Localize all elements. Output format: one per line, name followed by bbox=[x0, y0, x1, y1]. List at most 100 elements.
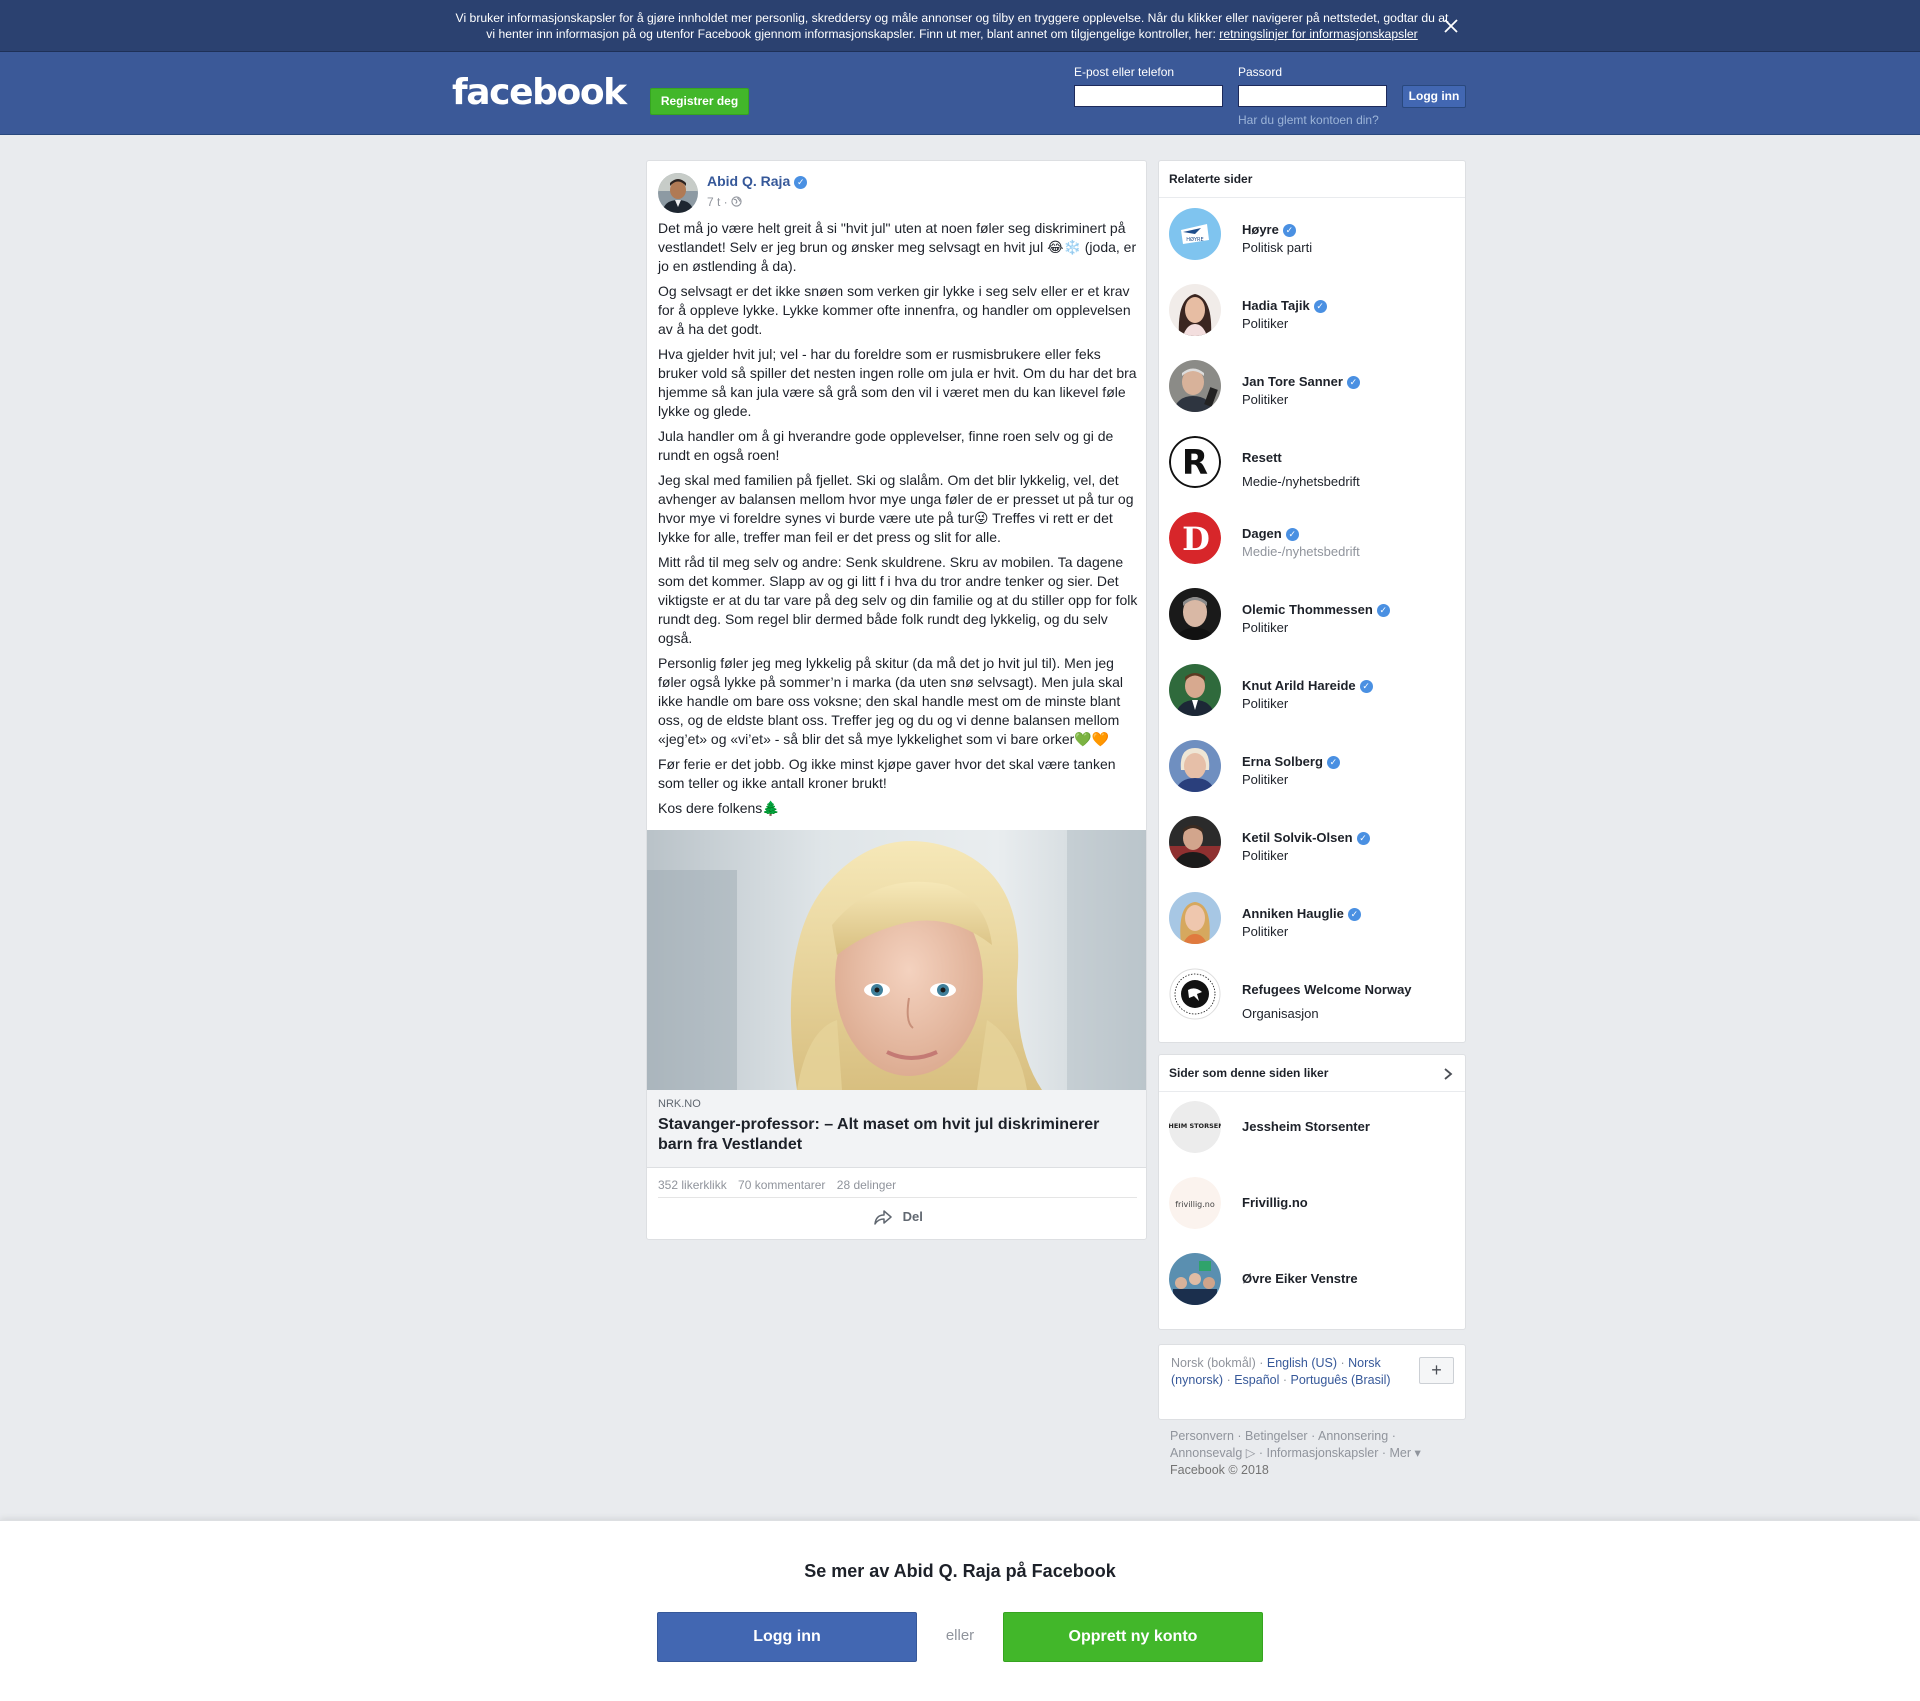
avatar: R bbox=[1169, 436, 1221, 488]
related-name: Knut Arild Hareide ✓ bbox=[1242, 678, 1373, 693]
svg-text:HØYRE: HØYRE bbox=[1186, 236, 1203, 243]
related-item-refugees-welcome-norway[interactable]: Refugees Welcome Norway Organisasjon bbox=[1169, 968, 1459, 1028]
password-label: Passord bbox=[1238, 65, 1283, 79]
related-item-ketil-solvik-olsen[interactable]: Ketil Solvik-Olsen ✓ Politiker bbox=[1169, 816, 1459, 876]
liked-item-ovre-eiker-venstre[interactable]: Øvre Eiker Venstre bbox=[1169, 1253, 1459, 1313]
related-item-resett[interactable]: R Resett Medie-/nyhetsbedrift bbox=[1169, 436, 1459, 496]
create-account-button[interactable]: Opprett ny konto bbox=[1003, 1612, 1263, 1662]
post-paragraph: Mitt råd til meg selv og andre: Senk sku… bbox=[658, 554, 1138, 646]
footer-link-advertising[interactable]: Annonsering bbox=[1318, 1429, 1388, 1443]
related-item-knut-arild-hareide[interactable]: Knut Arild Hareide ✓ Politiker bbox=[1169, 664, 1459, 724]
more-languages-button[interactable]: + bbox=[1419, 1357, 1454, 1384]
footer-link-more[interactable]: Mer bbox=[1389, 1446, 1411, 1460]
cookie-policy-link[interactable]: retningslinjer for informasjonskapsler bbox=[1219, 27, 1417, 41]
login-button[interactable]: Logg inn bbox=[657, 1612, 917, 1662]
liked-item-frivillig[interactable]: frivillig.no Frivillig.no bbox=[1169, 1177, 1459, 1237]
share-label: Del bbox=[902, 1209, 923, 1224]
divider bbox=[658, 1197, 1137, 1198]
related-name: Dagen ✓ bbox=[1242, 526, 1299, 541]
verified-icon: ✓ bbox=[1313, 300, 1327, 313]
facebook-logo[interactable]: facebook bbox=[452, 72, 627, 113]
post-paragraph: Før ferie er det jobb. Og ikke minst kjø… bbox=[658, 756, 1116, 791]
forgot-account-link[interactable]: Har du glemt kontoen din? bbox=[1238, 113, 1379, 127]
svg-text:R: R bbox=[1182, 443, 1208, 483]
avatar: D bbox=[1169, 512, 1221, 564]
shares-count[interactable]: 28 delinger bbox=[837, 1178, 896, 1192]
related-name: Anniken Hauglie ✓ bbox=[1242, 906, 1361, 921]
or-label: eller bbox=[945, 1627, 975, 1644]
related-category: Politiker bbox=[1242, 392, 1289, 407]
post-time[interactable]: 7 t · bbox=[707, 195, 728, 209]
language-selector: Norsk (bokmål) · English (US) · Norsk (n… bbox=[1158, 1344, 1466, 1420]
email-label: E-post eller telefon bbox=[1074, 65, 1175, 79]
related-name: Hadia Tajik ✓ bbox=[1242, 298, 1327, 313]
post-author-name: Abid Q. Raja bbox=[707, 173, 791, 189]
avatar bbox=[1169, 740, 1221, 792]
verified-icon: ✓ bbox=[1346, 376, 1360, 389]
page-name: Olemic Thommessen bbox=[1242, 602, 1373, 617]
register-button[interactable]: Registrer deg bbox=[650, 88, 749, 115]
close-icon[interactable] bbox=[1440, 15, 1462, 37]
post-paragraph: Det må jo være helt greit å si "hvit jul… bbox=[658, 220, 1137, 274]
related-item-anniken-hauglie[interactable]: Anniken Hauglie ✓ Politiker bbox=[1169, 892, 1459, 952]
link-preview-image[interactable] bbox=[647, 830, 1146, 1090]
post-paragraph: Hva gjelder hvit jul; vel - har du forel… bbox=[658, 346, 1137, 419]
post-card: Abid Q. Raja ✓ 7 t · Det må jo være helt … bbox=[646, 160, 1147, 1240]
cookie-banner: Vi bruker informasjonskapsler for å gjør… bbox=[0, 0, 1920, 52]
related-category: Politiker bbox=[1242, 696, 1289, 711]
comments-count[interactable]: 70 kommentarer bbox=[738, 1178, 825, 1192]
liked-item-jessheim-storsenter[interactable]: JESSHEIM STORSENTER Jessheim Storsenter bbox=[1169, 1101, 1459, 1161]
globe-icon bbox=[731, 195, 742, 209]
login-prompt-bar: Se mer av Abid Q. Raja på Facebook Logg … bbox=[0, 1520, 1920, 1701]
footer-link-ad-choices[interactable]: Annonsevalg ▷ bbox=[1170, 1446, 1255, 1460]
footer-link-terms[interactable]: Betingelser bbox=[1245, 1429, 1308, 1443]
related-item-dagen[interactable]: D Dagen ✓ Medie-/nyhetsbedrift bbox=[1169, 512, 1459, 572]
language-portugues[interactable]: Português (Brasil) bbox=[1291, 1373, 1391, 1387]
related-name: Refugees Welcome Norway bbox=[1242, 982, 1412, 997]
page-name: Anniken Hauglie bbox=[1242, 906, 1344, 921]
likes-count[interactable]: 352 likerklikk bbox=[658, 1178, 727, 1192]
footer-link-privacy[interactable]: Personvern bbox=[1170, 1429, 1234, 1443]
post-author[interactable]: Abid Q. Raja ✓ bbox=[707, 173, 808, 189]
post-stats: 352 likerklikk 70 kommentarer 28 delinge… bbox=[658, 1178, 904, 1192]
related-category: Organisasjon bbox=[1242, 1006, 1319, 1021]
login-prompt-title: Se mer av Abid Q. Raja på Facebook bbox=[804, 1561, 1116, 1581]
related-item-hadia-tajik[interactable]: Hadia Tajik ✓ Politiker bbox=[1169, 284, 1459, 344]
frivillig-logo-text: frivillig.no bbox=[1175, 1200, 1215, 1209]
top-navbar: facebook Registrer deg E-post eller tele… bbox=[0, 52, 1920, 135]
related-category: Medie-/nyhetsbedrift bbox=[1242, 544, 1360, 559]
liked-pages-header[interactable]: Sider som denne siden liker bbox=[1159, 1055, 1465, 1092]
share-button[interactable]: Del bbox=[873, 1208, 923, 1226]
page-name: Erna Solberg bbox=[1242, 754, 1323, 769]
copyright: Facebook © 2018 bbox=[1170, 1463, 1269, 1477]
avatar: JESSHEIM STORSENTER bbox=[1169, 1101, 1221, 1153]
post-meta: 7 t · bbox=[707, 195, 742, 209]
related-pages-title: Relaterte sider bbox=[1159, 161, 1465, 198]
page-name: Refugees Welcome Norway bbox=[1242, 982, 1412, 997]
password-input[interactable] bbox=[1238, 85, 1387, 107]
related-category: Politiker bbox=[1242, 848, 1289, 863]
related-item-jan-tore-sanner[interactable]: Jan Tore Sanner ✓ Politiker bbox=[1169, 360, 1459, 420]
ad-choices-label: Annonsevalg bbox=[1170, 1446, 1243, 1460]
related-name: Ketil Solvik-Olsen ✓ bbox=[1242, 830, 1370, 845]
language-espanol[interactable]: Español bbox=[1234, 1373, 1279, 1387]
chevron-right-icon[interactable] bbox=[1443, 1067, 1453, 1084]
related-category: Medie-/nyhetsbedrift bbox=[1242, 474, 1360, 489]
page-name: Dagen bbox=[1242, 526, 1282, 541]
page-name: Resett bbox=[1242, 450, 1282, 465]
related-item-olemic-thommessen[interactable]: Olemic Thommessen ✓ Politiker bbox=[1169, 588, 1459, 648]
email-input[interactable] bbox=[1074, 85, 1223, 107]
language-english[interactable]: English (US) bbox=[1267, 1356, 1337, 1370]
avatar bbox=[1169, 1253, 1221, 1305]
author-avatar[interactable] bbox=[658, 173, 698, 213]
related-item-hoyre[interactable]: HØYRE Høyre ✓ Politisk parti bbox=[1169, 208, 1459, 268]
footer-link-cookies[interactable]: Informasjonskapsler bbox=[1267, 1446, 1379, 1460]
link-title[interactable]: Stavanger-professor: – Alt maset om hvit… bbox=[658, 1115, 1128, 1155]
verified-icon: ✓ bbox=[1347, 908, 1361, 921]
avatar bbox=[1169, 284, 1221, 336]
post-paragraph: Jula handler om å gi hverandre gode oppl… bbox=[658, 428, 1114, 463]
related-item-erna-solberg[interactable]: Erna Solberg ✓ Politiker bbox=[1169, 740, 1459, 800]
header-login-button[interactable]: Logg inn bbox=[1402, 85, 1466, 108]
verified-icon: ✓ bbox=[1359, 680, 1373, 693]
link-preview[interactable]: NRK.NO Stavanger-professor: – Alt maset … bbox=[647, 1090, 1146, 1168]
